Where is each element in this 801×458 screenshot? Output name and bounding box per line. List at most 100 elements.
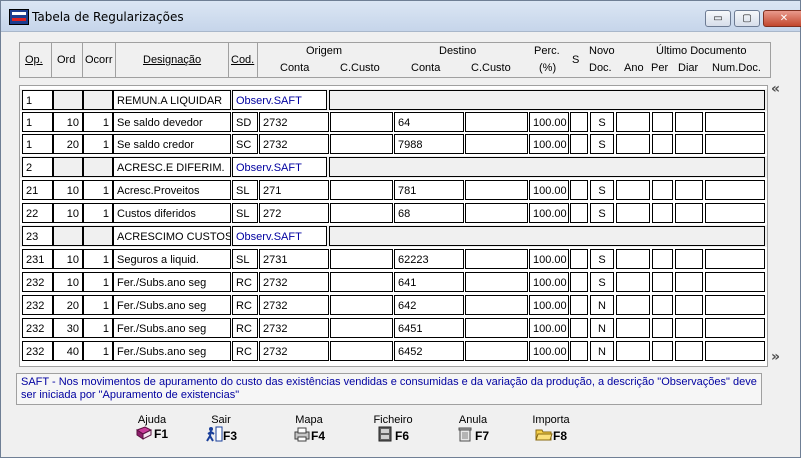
cell-diar[interactable]: [675, 203, 703, 223]
cell-destino-conta[interactable]: 642: [394, 295, 464, 315]
cell-num-doc[interactable]: [705, 203, 765, 223]
cell-per[interactable]: [652, 134, 673, 154]
cell-ord[interactable]: [53, 90, 83, 110]
col-ord[interactable]: Ord: [52, 43, 83, 77]
cell-per[interactable]: [652, 318, 673, 338]
cell-perc[interactable]: 100.00: [529, 134, 569, 154]
cell-novo-doc[interactable]: S: [590, 112, 614, 132]
cell-ocorr[interactable]: 1: [83, 341, 113, 361]
group-row[interactable]: 23 ACRESCIMO CUSTOS Observ.SAFT: [20, 225, 767, 247]
cell-ano[interactable]: [616, 318, 650, 338]
cell-designacao[interactable]: Fer./Subs.ano seg: [113, 295, 231, 315]
cell-designacao[interactable]: Acresc.Proveitos: [113, 180, 231, 200]
cell-cod[interactable]: RC: [232, 295, 258, 315]
cell-s[interactable]: [570, 272, 588, 292]
cell-designacao[interactable]: REMUN.A LIQUIDAR: [113, 90, 231, 110]
cell-novo-doc[interactable]: N: [590, 318, 614, 338]
cell-s[interactable]: [570, 295, 588, 315]
cell-origem-ccusto[interactable]: [330, 203, 393, 223]
cell-ocorr[interactable]: 1: [83, 272, 113, 292]
cell-origem-ccusto[interactable]: [330, 318, 393, 338]
cell-destino-ccusto[interactable]: [465, 112, 528, 132]
cell-num-doc[interactable]: [705, 341, 765, 361]
cell-perc[interactable]: 100.00: [529, 295, 569, 315]
cell-ocorr[interactable]: 1: [83, 318, 113, 338]
cell-s[interactable]: [570, 318, 588, 338]
cell-ocorr[interactable]: 1: [83, 249, 113, 269]
cell-num-doc[interactable]: [705, 272, 765, 292]
cell-op[interactable]: 1: [22, 90, 53, 110]
cell-origem-conta[interactable]: 2732: [259, 112, 329, 132]
table-row[interactable]: 1 10 1 Se saldo devedor SD 2732 64 100.00 S: [20, 111, 767, 133]
cell-cod[interactable]: RC: [232, 272, 258, 292]
cell-perc[interactable]: 100.00: [529, 341, 569, 361]
cell-num-doc[interactable]: [705, 112, 765, 132]
cell-ord[interactable]: 40: [53, 341, 83, 361]
cell-perc[interactable]: 100.00: [529, 318, 569, 338]
cell-perc[interactable]: 100.00: [529, 112, 569, 132]
cell-destino-conta[interactable]: 781: [394, 180, 464, 200]
cell-s[interactable]: [570, 112, 588, 132]
cell-op[interactable]: 21: [22, 180, 53, 200]
cell-per[interactable]: [652, 203, 673, 223]
cell-cod[interactable]: SL: [232, 180, 258, 200]
cell-per[interactable]: [652, 295, 673, 315]
cell-ocorr[interactable]: [83, 157, 113, 177]
cell-destino-conta[interactable]: 62223: [394, 249, 464, 269]
col-designacao[interactable]: Designação: [116, 43, 229, 77]
cell-origem-ccusto[interactable]: [330, 272, 393, 292]
cell-designacao[interactable]: Fer./Subs.ano seg: [113, 341, 231, 361]
col-op[interactable]: Op.: [20, 43, 52, 77]
cell-destino-ccusto[interactable]: [465, 341, 528, 361]
cell-ano[interactable]: [616, 112, 650, 132]
cell-novo-doc[interactable]: S: [590, 180, 614, 200]
cell-cod[interactable]: SD: [232, 112, 258, 132]
cell-per[interactable]: [652, 272, 673, 292]
cell-destino-ccusto[interactable]: [465, 272, 528, 292]
table-row[interactable]: 1 20 1 Se saldo credor SC 2732 7988 100.00 S: [20, 133, 767, 155]
cell-designacao[interactable]: Seguros a liquid.: [113, 249, 231, 269]
cell-cod[interactable]: SC: [232, 134, 258, 154]
cell-perc[interactable]: 100.00: [529, 272, 569, 292]
cell-num-doc[interactable]: [705, 249, 765, 269]
col-ocorr[interactable]: Ocorr: [83, 43, 116, 77]
group-row[interactable]: 2 ACRESC.E DIFERIM. Observ.SAFT: [20, 156, 767, 178]
cell-novo-doc[interactable]: N: [590, 295, 614, 315]
cell-origem-conta[interactable]: 2731: [259, 249, 329, 269]
fkey-f1-button[interactable]: Ajuda F1: [122, 414, 182, 441]
cell-per[interactable]: [652, 180, 673, 200]
cell-destino-conta[interactable]: 7988: [394, 134, 464, 154]
cell-op[interactable]: 1: [22, 112, 53, 132]
cell-destino-conta[interactable]: 6451: [394, 318, 464, 338]
cell-num-doc[interactable]: [705, 318, 765, 338]
cell-designacao[interactable]: ACRESCIMO CUSTOS: [113, 226, 231, 246]
cell-designacao[interactable]: ACRESC.E DIFERIM.: [113, 157, 231, 177]
cell-destino-ccusto[interactable]: [465, 134, 528, 154]
fkey-f7-button[interactable]: Anula F7: [443, 414, 503, 443]
cell-cod[interactable]: RC: [232, 341, 258, 361]
cell-origem-conta[interactable]: 2732: [259, 295, 329, 315]
scroll-right-button[interactable]: »: [771, 349, 780, 365]
cell-origem-conta[interactable]: 272: [259, 203, 329, 223]
cell-ocorr[interactable]: 1: [83, 134, 113, 154]
cell-origem-ccusto[interactable]: [330, 180, 393, 200]
cell-ano[interactable]: [616, 341, 650, 361]
cell-ord[interactable]: 20: [53, 134, 83, 154]
cell-designacao[interactable]: Se saldo credor: [113, 134, 231, 154]
cell-op[interactable]: 232: [22, 272, 53, 292]
cell-ord[interactable]: 10: [53, 112, 83, 132]
col-cod[interactable]: Cod.: [229, 43, 258, 77]
cell-destino-ccusto[interactable]: [465, 180, 528, 200]
cell-diar[interactable]: [675, 295, 703, 315]
cell-destino-ccusto[interactable]: [465, 318, 528, 338]
cell-origem-ccusto[interactable]: [330, 134, 393, 154]
cell-fill[interactable]: [329, 90, 765, 110]
cell-designacao[interactable]: Custos diferidos: [113, 203, 231, 223]
fkey-f8-button[interactable]: Importa F8: [521, 414, 581, 443]
cell-fill[interactable]: [329, 226, 765, 246]
cell-cod[interactable]: SL: [232, 249, 258, 269]
cell-ano[interactable]: [616, 180, 650, 200]
cell-ano[interactable]: [616, 295, 650, 315]
cell-destino-conta[interactable]: 6452: [394, 341, 464, 361]
observ-saft-link[interactable]: Observ.SAFT: [232, 226, 327, 246]
